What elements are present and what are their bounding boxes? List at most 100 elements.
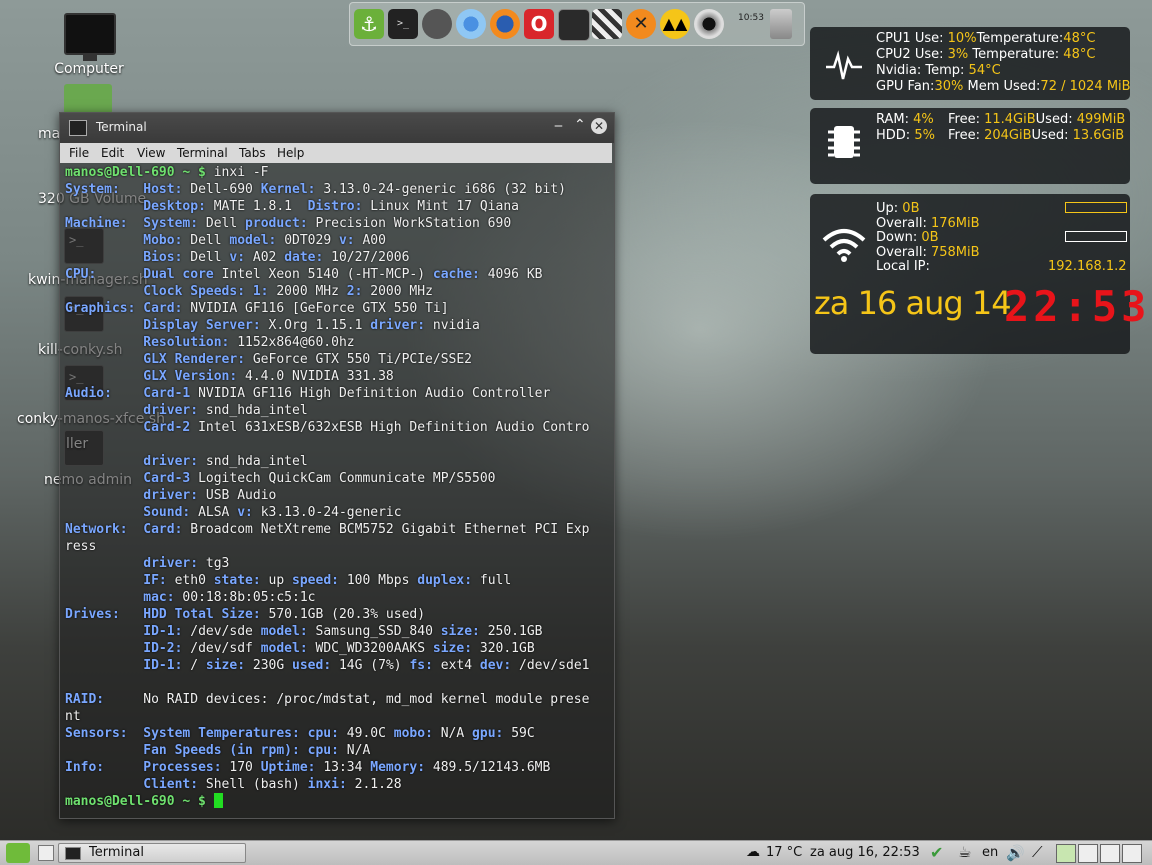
terminal-line: CPU: Dual core Intel Xeon 5140 (-HT-MCP-… xyxy=(65,267,543,282)
terminal-line: Fan Speeds (in rpm): cpu: N/A xyxy=(143,743,371,758)
terminal-titlebar[interactable]: Terminal ‒ ⌃ ✕ xyxy=(60,113,614,143)
keyboard-layout[interactable]: en xyxy=(982,845,998,860)
terminal-line: Info: Processes: 170 Uptime: 13:34 Memor… xyxy=(65,760,551,775)
ram-pct: 4% xyxy=(913,112,934,127)
system-monitor-icon[interactable] xyxy=(558,9,590,41)
menu-view[interactable]: View xyxy=(137,146,165,160)
volume-icon[interactable]: 🔊 xyxy=(1006,844,1025,862)
net-overall-up: 176MiB xyxy=(930,216,980,231)
firefox-icon[interactable] xyxy=(490,9,520,39)
terminal-line: Network: Card: Broadcom NetXtreme BCM575… xyxy=(65,522,590,537)
terminal-line: Sound: ALSA v: k3.13.0-24-generic xyxy=(143,505,402,520)
desktop-icon-label-computer[interactable]: Computer xyxy=(50,61,128,77)
cpu1-temp-label: Temperature: xyxy=(976,31,1064,46)
terminal-line: Resolution: 1152x864@60.0hz xyxy=(143,335,355,350)
menu-file[interactable]: File xyxy=(69,146,89,160)
terminal-output[interactable]: manos@Dell-690 ~ $ inxi -F System: Host:… xyxy=(65,164,610,814)
conky-cpu-panel: CPU1 Use: 10%Temperature:48°C CPU2 Use: … xyxy=(810,27,1131,100)
conky-date: za 16 aug 14 xyxy=(814,284,1012,322)
conky-memory-panel: RAM: 4% Free: 11.4GiBUsed: 499MiB HDD: 5… xyxy=(810,108,1130,184)
terminal-icon xyxy=(65,847,81,860)
upload-graph xyxy=(1065,202,1127,213)
trash-icon[interactable] xyxy=(770,9,792,39)
panel-clock[interactable]: za aug 16, 22:53 xyxy=(810,845,920,860)
terminal-line: driver: tg3 xyxy=(143,556,230,571)
minimize-icon[interactable]: ‒ xyxy=(554,118,563,134)
bottom-panel: Terminal ☁ 17 °C za aug 16, 22:53 ✔ ☕ en… xyxy=(0,840,1152,865)
workspace-2[interactable] xyxy=(1078,844,1098,863)
shield-icon[interactable]: ✔ xyxy=(930,843,943,862)
top-dock: ⚓ >_ O ✕ ▲▲ 10:53 xyxy=(349,2,805,46)
terminal-line: mac: 00:18:8b:05:c5:1c xyxy=(143,590,316,605)
terminal-line: driver: USB Audio xyxy=(143,488,277,503)
terminal-line: Display Server: X.Org 1.15.1 driver: nvi… xyxy=(143,318,480,333)
terminal-line: driver: snd_hda_intel xyxy=(143,454,308,469)
terminal-app-icon xyxy=(69,120,87,136)
window-title: Terminal xyxy=(96,120,147,134)
ram-free-label: Free: xyxy=(948,112,980,127)
menu-tabs[interactable]: Tabs xyxy=(239,146,266,160)
workspace-4[interactable] xyxy=(1122,844,1142,863)
terminal-line: Audio: Card-1 NVIDIA GF116 High Definiti… xyxy=(65,386,551,401)
gpu-mem: 72 / 1024 MiB xyxy=(1040,79,1131,94)
mint-menu-icon[interactable] xyxy=(6,843,30,863)
home-folder-icon[interactable] xyxy=(64,84,112,114)
cpu2-use: 3% xyxy=(947,47,969,62)
terminal-line: Drives: HDD Total Size: 570.1GB (20.3% u… xyxy=(65,607,426,622)
hdd-used: 13.6GiB xyxy=(1072,128,1125,143)
hdd-pct: 5% xyxy=(914,128,935,143)
taskbar-item-terminal[interactable]: Terminal xyxy=(58,843,246,863)
weather-icon[interactable]: ☁ xyxy=(746,844,760,860)
terminal-icon[interactable]: >_ xyxy=(388,9,418,39)
cpu1-use: 10% xyxy=(947,31,977,46)
terminal-line: RAID: No RAID devices: /proc/mdstat, md_… xyxy=(65,692,590,707)
desktop-icon-label-home[interactable]: ma xyxy=(38,126,60,142)
network-icon[interactable]: ⟋ xyxy=(1032,843,1043,861)
coffee-icon[interactable]: ☕ xyxy=(958,843,971,861)
menu-edit[interactable]: Edit xyxy=(101,146,124,160)
download-graph xyxy=(1065,231,1127,242)
opera-icon[interactable]: O xyxy=(524,9,554,39)
terminal-line: GLX Version: 4.4.0 NVIDIA 331.38 xyxy=(143,369,394,384)
video-editor-icon[interactable] xyxy=(592,9,622,39)
terminal-line: Sensors: System Temperatures: cpu: 49.0C… xyxy=(65,726,535,741)
terminal-line: Bios: Dell v: A02 date: 10/27/2006 xyxy=(143,250,410,265)
weather-temp[interactable]: 17 °C xyxy=(766,845,802,860)
hdd-free: 204GiB xyxy=(984,128,1032,143)
hdd-used-label: Used: xyxy=(1031,128,1069,143)
net-down-label: Down: xyxy=(876,230,918,245)
terminal-line: Clock Speeds: 1: 2000 MHz 2: 2000 MHz xyxy=(143,284,433,299)
chromium-icon[interactable] xyxy=(456,9,486,39)
terminal-line: Mobo: Dell model: 0DT029 v: A00 xyxy=(143,233,386,248)
maximize-icon[interactable]: ⌃ xyxy=(574,117,586,133)
show-desktop-icon[interactable] xyxy=(38,845,54,861)
gpu-fan: 30% xyxy=(934,79,964,94)
workspace-3[interactable] xyxy=(1100,844,1120,863)
game-icon[interactable]: ▲▲ xyxy=(660,9,690,39)
command-line: manos@Dell-690 ~ $ inxi -F xyxy=(65,165,269,180)
terminal-line: ID-1: / size: 230G used: 14G (7%) fs: ex… xyxy=(143,658,590,673)
anchor-icon[interactable]: ⚓ xyxy=(354,9,384,39)
terminal-line: Machine: System: Dell product: Precision… xyxy=(65,216,512,231)
menu-help[interactable]: Help xyxy=(277,146,304,160)
menu-terminal[interactable]: Terminal xyxy=(177,146,228,160)
computer-icon[interactable] xyxy=(64,13,116,61)
net-up: 0B xyxy=(902,201,920,216)
camera-icon[interactable] xyxy=(694,9,724,39)
terminal-line: nt xyxy=(65,709,81,724)
close-icon[interactable]: ✕ xyxy=(591,118,607,134)
cpu2-temp-label: Temperature: xyxy=(972,47,1060,62)
hdd-label: HDD: xyxy=(876,128,911,143)
terminal-window[interactable]: Terminal ‒ ⌃ ✕ File Edit View Terminal T… xyxy=(59,112,615,819)
terminal-line: ress xyxy=(65,539,97,554)
speaker-icon[interactable] xyxy=(422,9,452,39)
workspace-1[interactable] xyxy=(1056,844,1076,863)
terminal-line: Client: Shell (bash) inxi: 2.1.28 xyxy=(143,777,402,792)
ram-label: RAM: xyxy=(876,112,909,127)
terminal-menubar: File Edit View Terminal Tabs Help xyxy=(60,143,612,163)
prompt-line[interactable]: manos@Dell-690 ~ $ xyxy=(65,793,223,810)
dock-clock[interactable]: 10:53 xyxy=(738,13,764,23)
ram-free: 11.4GiB xyxy=(984,112,1036,127)
ram-used-label: Used: xyxy=(1035,112,1073,127)
crossover-icon[interactable]: ✕ xyxy=(626,9,656,39)
